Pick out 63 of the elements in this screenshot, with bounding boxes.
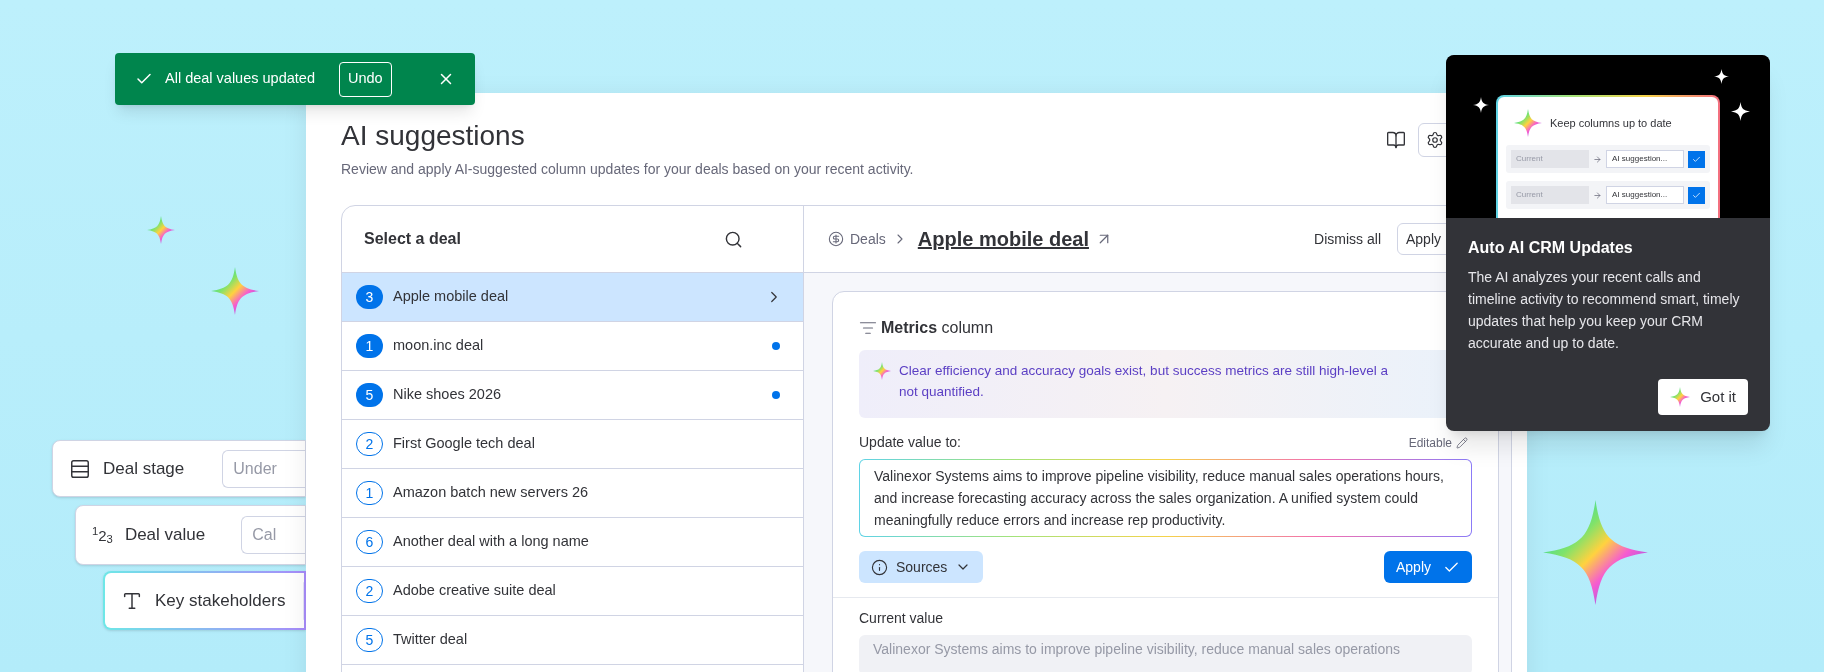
dismiss-all-button[interactable]: Dismiss all — [1314, 228, 1381, 250]
search-icon[interactable] — [724, 229, 743, 249]
got-it-button[interactable]: Got it — [1658, 379, 1748, 415]
arrow-right-icon — [1593, 154, 1603, 164]
field-label: Update value to: — [859, 433, 961, 452]
sparkle-icon — [1473, 97, 1489, 113]
count-badge: 5 — [356, 383, 383, 407]
current-field: Current — [1511, 186, 1590, 204]
field-label: Deal value — [124, 524, 206, 547]
deal-name: Twitter deal — [393, 630, 469, 650]
deal-name: Adobe creative suite deal — [393, 581, 557, 601]
lines-icon — [859, 319, 877, 337]
dollar-icon — [828, 231, 844, 247]
suggestion-field: AI suggestion... — [1606, 150, 1685, 168]
book-icon[interactable] — [1386, 130, 1406, 150]
toast-message: All deal values updated — [165, 69, 315, 89]
sparkle-icon — [211, 267, 259, 315]
update-value-field[interactable]: Valinexor Systems aims to improve pipeline visibility, reduce manual sales operations hours, and increase forecasting accuracy across the sales organization. A unified system could meaningfully reduce errors and increase rep productivity. — [859, 459, 1472, 537]
info-icon — [871, 558, 888, 576]
number-type-icon: $^{1}$2$_{3}$ — [92, 527, 113, 543]
current-field: Current — [1511, 150, 1590, 168]
page-title: AI suggestions — [341, 119, 526, 153]
deal-name: First Google tech deal — [393, 434, 536, 454]
breadcrumb-link[interactable]: Deals — [850, 228, 886, 250]
sparkle-icon — [1731, 102, 1750, 121]
deal-name: Amazon batch new servers 26 — [393, 483, 590, 503]
deal-name: moon.inc deal — [393, 336, 485, 356]
check-icon — [1692, 154, 1702, 164]
popover-body: The AI analyzes your recent calls and timeline activity to recommend smart, timely updates that help you keep your CRM accurate and up to date. — [1468, 268, 1741, 353]
column-title: Metrics column — [881, 318, 994, 338]
pencil-icon — [1456, 436, 1468, 449]
deal-name: Apple mobile deal — [393, 287, 510, 307]
deal-name: Nike shoes 2026 — [393, 385, 502, 405]
apply-button[interactable]: Apply — [1383, 551, 1472, 583]
insight-text: Clear efficiency and accuracy goals exist, but success metrics are still high-level a — [899, 362, 1388, 380]
list-title: Select a deal — [364, 229, 461, 249]
sparkle-icon — [1714, 69, 1729, 84]
settings-icon — [1426, 131, 1444, 149]
table-rows-icon — [69, 457, 91, 480]
count-badge: 3 — [356, 285, 383, 309]
arrow-right-icon — [1593, 190, 1603, 200]
popover-title: Auto AI CRM Updates — [1468, 238, 1634, 258]
deal-name: Another deal with a long name — [393, 532, 590, 552]
sparkle-icon — [873, 362, 891, 380]
field-label: Key stakeholders — [155, 589, 286, 612]
field-label: Current value — [859, 609, 945, 628]
deal-title[interactable]: Apple mobile deal — [917, 224, 1089, 254]
sparkle-icon — [1514, 109, 1542, 137]
preview-title: Keep columns up to date — [1550, 115, 1672, 131]
sparkle-icon — [147, 216, 175, 244]
sources-button[interactable]: Sources — [859, 551, 984, 583]
count-badge: 1 — [356, 334, 383, 358]
sparkle-icon — [1670, 387, 1691, 407]
check-icon — [1692, 190, 1702, 200]
field-label: Deal stage — [103, 457, 185, 480]
current-value-box: Valinexor Systems aims to improve pipeline visibility, reduce manual sales operations — [859, 635, 1472, 672]
insight-text: not quantified. — [899, 383, 985, 401]
editable-label: Editable — [1408, 434, 1452, 452]
page-subtitle: Review and apply AI-suggested column updates for your deals based on your recent activity. — [341, 160, 915, 179]
sparkle-icon — [1543, 500, 1648, 605]
deal-list-item[interactable]: 3 Apple mobile deal — [342, 273, 803, 322]
undo-button[interactable]: Undo — [338, 61, 392, 97]
suggestion-field: AI suggestion... — [1606, 186, 1685, 204]
